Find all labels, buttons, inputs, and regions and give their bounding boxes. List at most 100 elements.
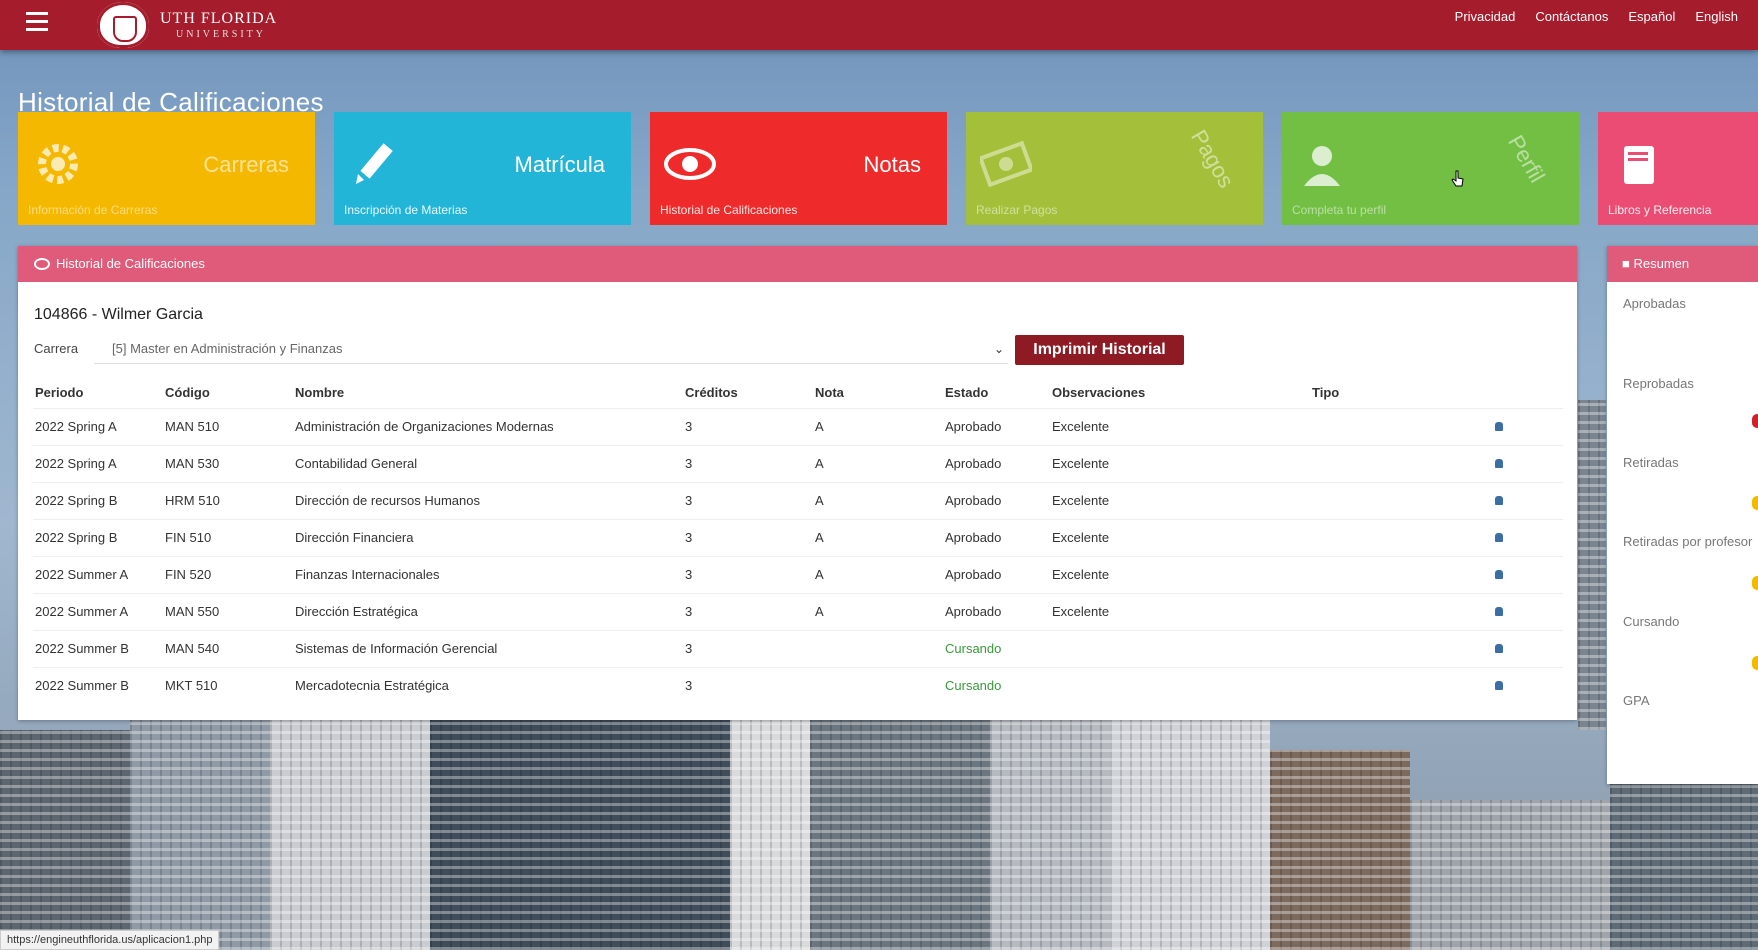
tile-carreras-label: Carreras [203,152,289,177]
tile-carreras-subtitle: Información de Carreras [28,203,158,217]
cell-codigo: HRM 510 [163,482,293,520]
tile-notas-subtitle: Historial de Calificaciones [660,203,798,217]
col-nombre: Nombre [295,384,345,400]
tile-carreras[interactable]: Carreras Información de Carreras [18,112,315,225]
col-tipo: Tipo [1312,384,1340,400]
print-record-icon[interactable] [1495,570,1503,579]
nav-english-link[interactable]: English [1695,9,1738,24]
cell-tipo [1310,667,1493,704]
top-nav-links: Privacidad Contáctanos Español English [1455,9,1738,24]
print-record-icon[interactable] [1495,681,1503,690]
pencil-icon [356,143,393,184]
summary-retiradas-indicator [1752,496,1758,510]
grades-table-body: 2022 Spring A MAN 510 Administración de Or… [33,408,1563,704]
cell-estado: Aprobado [943,445,1050,483]
money-icon [980,140,1032,188]
cell-periodo: 2022 Spring B [33,482,163,520]
mouse-pointer-icon [1451,170,1464,187]
table-row: 2022 Spring A MAN 530 Contabilidad General… [33,445,1563,483]
cell-actions [1493,630,1563,668]
col-nota: Nota [815,384,844,400]
print-record-icon[interactable] [1495,459,1503,468]
cell-nota: A [813,519,943,557]
cell-nombre: Mercadotecnia Estratégica [293,667,683,704]
cell-nombre: Dirección Financiera [293,519,683,557]
summary-reprobadas: Reprobadas [1623,376,1694,391]
quick-access-tiles: Carreras Información de Carreras Matrícu… [18,112,1758,227]
browser-status-url: https://engineuthflorida.us/aplicacion1.… [0,930,220,950]
tile-matricula-subtitle: Inscripción de Materias [344,203,468,217]
cell-periodo: 2022 Spring A [33,408,163,446]
print-record-icon[interactable] [1495,607,1503,616]
col-observaciones: Observaciones [1052,384,1146,400]
table-row: 2022 Spring B FIN 510 Dirección Financiera… [33,519,1563,557]
cell-creditos: 3 [683,519,813,557]
tile-matricula[interactable]: Matrícula Inscripción de Materias [334,112,631,225]
tile-pagos[interactable]: Pagos Realizar Pagos [966,112,1263,225]
tile-pagos-label: Pagos [1185,125,1239,193]
cell-estado: Aprobado [943,556,1050,594]
chevron-down-icon: ⌄ [993,342,1004,356]
cell-estado: Aprobado [943,593,1050,631]
print-record-icon[interactable] [1495,422,1503,431]
tile-perfil[interactable]: Perfil Completa tu perfil [1282,112,1579,225]
tile-libros[interactable]: Libros y Referencia [1598,112,1758,225]
cell-periodo: 2022 Summer B [33,630,163,668]
col-creditos: Créditos [685,384,738,400]
summary-gpa: GPA [1623,693,1650,708]
menu-icon[interactable] [26,12,48,32]
cell-nota [813,667,943,704]
col-codigo: Código [165,384,210,400]
cell-creditos: 3 [683,556,813,594]
cell-creditos: 3 [683,482,813,520]
nav-espanol-link[interactable]: Español [1628,9,1675,24]
cell-tipo [1310,519,1493,557]
gear-icon [38,144,78,184]
table-row: 2022 Summer A MAN 550 Dirección Estratégic… [33,593,1563,631]
col-estado: Estado [945,384,989,400]
cell-creditos: 3 [683,445,813,483]
university-seal-logo[interactable] [97,2,149,48]
cell-codigo: MAN 540 [163,630,293,668]
cell-observaciones: Excelente [1050,519,1310,557]
carrera-select[interactable]: [5] Master en Administración y Finanzas … [94,334,1008,364]
cell-estado: Cursando [943,630,1050,668]
nav-privacidad-link[interactable]: Privacidad [1455,9,1516,24]
cell-nombre: Contabilidad General [293,445,683,483]
summary-panel: ■ Resumen Aprobadas Reprobadas Retiradas… [1607,246,1758,784]
summary-aprobadas: Aprobadas [1623,296,1686,311]
brand-logo-text[interactable]: UTH FLORIDA UNIVERSITY [160,10,277,40]
top-navbar: UTH FLORIDA UNIVERSITY Privacidad Contác… [0,0,1758,50]
print-history-button[interactable]: Imprimir Historial [1015,335,1184,365]
table-row: 2022 Spring B HRM 510 Dirección de recurso… [33,482,1563,520]
table-row: 2022 Summer A FIN 520 Finanzas Internacion… [33,556,1563,594]
cell-nombre: Dirección de recursos Humanos [293,482,683,520]
cell-tipo [1310,556,1493,594]
cell-codigo: FIN 520 [163,556,293,594]
nav-contactanos-link[interactable]: Contáctanos [1535,9,1608,24]
eye-icon [664,148,716,180]
cell-actions [1493,667,1563,704]
tile-notas[interactable]: Notas Historial de Calificaciones [650,112,947,225]
cell-tipo [1310,630,1493,668]
cell-nombre: Finanzas Internacionales [293,556,683,594]
cell-creditos: 3 [683,593,813,631]
print-record-icon[interactable] [1495,533,1503,542]
summary-cursando-indicator [1752,656,1758,670]
cell-observaciones [1050,630,1310,668]
cell-estado: Aprobado [943,482,1050,520]
tile-matricula-label: Matrícula [514,152,605,177]
cell-codigo: MAN 510 [163,408,293,446]
summary-panel-header: ■ Resumen [1607,246,1758,282]
cell-observaciones: Excelente [1050,556,1310,594]
city-background-tower [1578,400,1606,730]
cell-codigo: MKT 510 [163,667,293,704]
print-record-icon[interactable] [1495,496,1503,505]
cell-actions [1493,519,1563,557]
print-record-icon[interactable] [1495,644,1503,653]
tile-notas-label: Notas [863,152,921,177]
user-icon [1304,146,1340,186]
cell-actions [1493,445,1563,483]
cell-periodo: 2022 Summer A [33,593,163,631]
carrera-selected-value: [5] Master en Administración y Finanzas [112,341,343,356]
